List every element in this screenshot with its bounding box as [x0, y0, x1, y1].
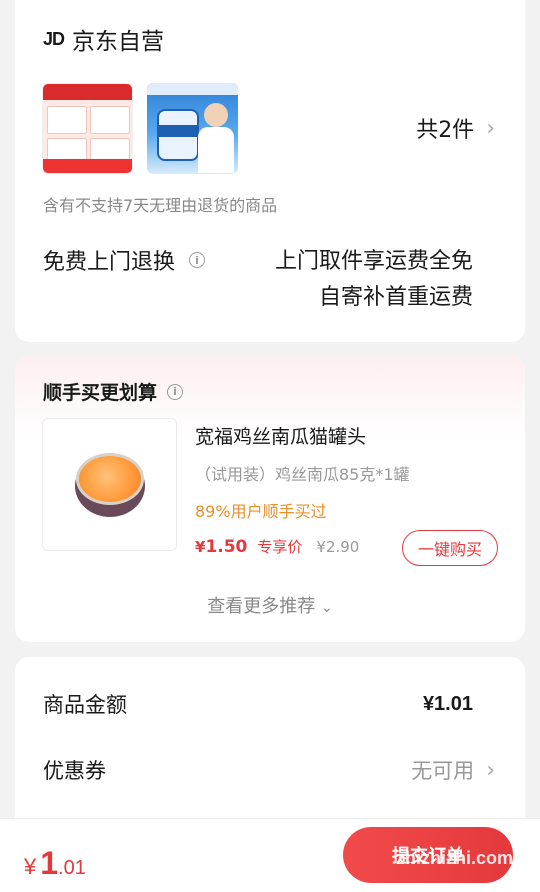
- amount-value: ¥1.01: [422, 692, 473, 715]
- bottle-label: [159, 125, 197, 137]
- recommendation-card: 顺手买更划算 i 宽福鸡丝南瓜猫罐头 （试用装）鸡丝南瓜85克*1罐 89%用户…: [15, 356, 525, 642]
- chevron-down-icon: ⌄: [321, 600, 333, 616]
- total-integer: 1: [40, 845, 59, 881]
- thumbnail-banner: [43, 84, 132, 100]
- product-image[interactable]: [42, 418, 177, 551]
- return-description: 上门取件享运费全免 自寄补首重运费: [275, 244, 473, 316]
- recommendation-title-row: 顺手买更划算 i: [43, 378, 184, 405]
- free-return-label: 免费上门退换: [43, 250, 176, 275]
- more-recommendations-label: 查看更多推荐: [207, 596, 316, 617]
- info-icon[interactable]: i: [189, 252, 206, 268]
- chevron-right-icon: ›: [486, 757, 495, 783]
- product-thumbnail-2[interactable]: [147, 83, 238, 174]
- return-policy-notice: 含有不支持7天无理由退货的商品: [43, 196, 278, 215]
- thumbnail-footer: [43, 159, 132, 173]
- product-social-proof: 89%用户顺手买过: [195, 502, 327, 521]
- store-name: 京东自营: [72, 29, 165, 55]
- price-tag: 专享价: [257, 538, 303, 556]
- return-desc-line-1: 上门取件享运费全免: [274, 249, 473, 274]
- price-value: 1.50: [205, 537, 248, 557]
- total-decimal: .01: [58, 857, 86, 879]
- person-head: [204, 103, 228, 127]
- amount-label: 商品金额: [43, 693, 127, 717]
- chevron-right-icon: ›: [486, 115, 495, 141]
- store-header: JD 京东自营: [43, 22, 164, 56]
- product-thumbnail-1[interactable]: [42, 83, 133, 174]
- detergent-bottle-icon: [157, 109, 199, 161]
- coupon-label: 优惠券: [43, 759, 106, 783]
- more-recommendations-link[interactable]: 查看更多推荐 ⌄: [15, 592, 525, 618]
- product-price: ¥1.50: [195, 537, 247, 557]
- watermark: zhizhizhi.com: [396, 848, 513, 868]
- order-total: ¥ 1 .01: [24, 845, 86, 882]
- coupon-row[interactable]: 优惠券 无可用 ›: [43, 755, 495, 785]
- total-symbol: ¥: [24, 854, 37, 879]
- one-click-buy-button[interactable]: 一键购买: [402, 530, 498, 566]
- product-name[interactable]: 宽福鸡丝南瓜猫罐头: [195, 422, 366, 449]
- original-price: ¥2.90: [316, 538, 360, 556]
- info-icon[interactable]: i: [167, 383, 184, 400]
- thumbnail-banner: [147, 83, 238, 95]
- coupon-value: 无可用: [411, 759, 475, 783]
- coupon-value-wrap: 无可用 ›: [411, 755, 495, 785]
- store-card: JD 京东自营 共2件 › 含有不支持7天无理由退货的商品 免费上门退换 i 上…: [15, 0, 525, 342]
- product-spec: （试用装）鸡丝南瓜85克*1罐: [195, 465, 410, 484]
- can-rim: [76, 453, 144, 505]
- item-count[interactable]: 共2件 ›: [416, 112, 495, 144]
- person-body: [198, 127, 234, 173]
- price-symbol: ¥: [195, 538, 206, 556]
- item-count-label: 共2件: [416, 118, 475, 143]
- product-price-row: ¥1.50 专享价 ¥2.90: [195, 536, 359, 557]
- recommendation-title: 顺手买更划算: [43, 382, 158, 404]
- free-return-row: 免费上门退换 i: [43, 244, 206, 276]
- thumbnail-cell: [90, 106, 130, 134]
- jd-logo-icon: JD: [43, 28, 65, 49]
- return-desc-line-2: 自寄补首重运费: [318, 285, 473, 310]
- amount-row: 商品金额 ¥1.01: [43, 689, 473, 719]
- thumbnail-cell: [47, 106, 87, 134]
